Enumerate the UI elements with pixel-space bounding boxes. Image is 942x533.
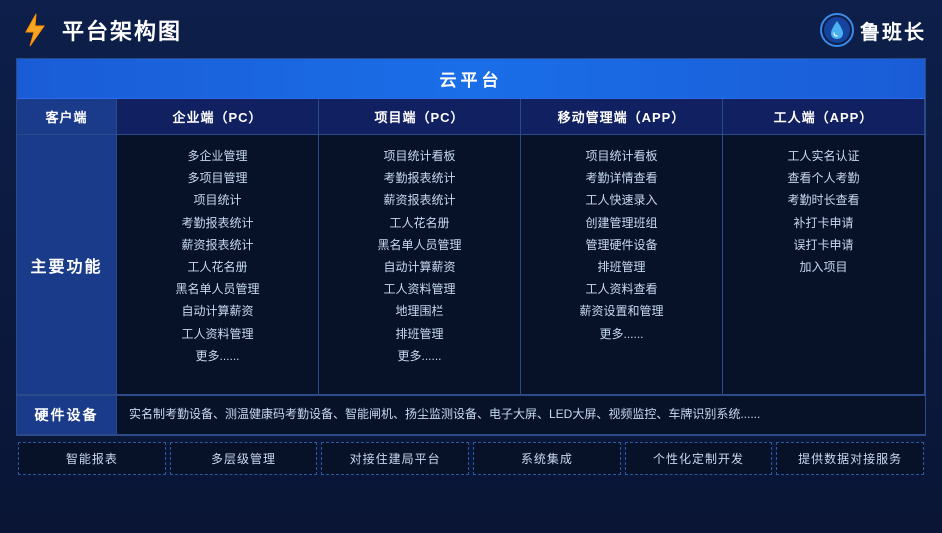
list-item: 薪资报表统计 <box>327 189 512 211</box>
col-header-enterprise: 企业端（PC） <box>117 99 319 135</box>
feature-item-5: 个性化定制开发 <box>625 442 773 475</box>
list-item: 工人花名册 <box>125 256 310 278</box>
content-row: 主要功能 多企业管理 多项目管理 项目统计 考勤报表统计 薪资报表统计 工人花名… <box>17 135 925 395</box>
list-item: 自动计算薪资 <box>125 300 310 322</box>
feature-item-6: 提供数据对接服务 <box>776 442 924 475</box>
list-item: 更多...... <box>125 345 310 367</box>
feature-item-1: 智能报表 <box>18 442 166 475</box>
list-item: 考勤时长查看 <box>731 189 916 211</box>
hardware-row: 硬件设备 实名制考勤设备、测温健康码考勤设备、智能闸机、扬尘监测设备、电子大屏、… <box>17 395 925 435</box>
list-item: 考勤报表统计 <box>125 212 310 234</box>
feature-item-2: 多层级管理 <box>170 442 318 475</box>
header: 平台架构图 鲁班长 <box>16 12 926 48</box>
mobile-features-list: 项目统计看板 考勤详情查看 工人快速录入 创建管理班组 管理硬件设备 排班管理 … <box>529 145 714 345</box>
col-header-project: 项目端（PC） <box>319 99 521 135</box>
list-item: 项目统计 <box>125 189 310 211</box>
worker-features-list: 工人实名认证 查看个人考勤 考勤时长查看 补打卡申请 误打卡申请 加入项目 <box>731 145 916 278</box>
worker-features-col: 工人实名认证 查看个人考勤 考勤时长查看 补打卡申请 误打卡申请 加入项目 <box>723 135 925 395</box>
list-item: 地理围栏 <box>327 300 512 322</box>
project-features-col: 项目统计看板 考勤报表统计 薪资报表统计 工人花名册 黑名单人员管理 自动计算薪… <box>319 135 521 395</box>
brand-name: 鲁班长 <box>860 16 926 45</box>
list-item: 考勤报表统计 <box>327 167 512 189</box>
list-item: 排班管理 <box>327 323 512 345</box>
enterprise-features-list: 多企业管理 多项目管理 项目统计 考勤报表统计 薪资报表统计 工人花名册 黑名单… <box>125 145 310 367</box>
col-header-worker: 工人端（APP） <box>723 99 925 135</box>
list-item: 排班管理 <box>529 256 714 278</box>
list-item: 更多...... <box>327 345 512 367</box>
list-item: 项目统计看板 <box>327 145 512 167</box>
feature-item-3: 对接住建局平台 <box>321 442 469 475</box>
list-item: 工人资料管理 <box>327 278 512 300</box>
page-wrapper: 平台架构图 鲁班长 云平台 客户端 企业端（PC） 项目端（PC） 移动管理端（… <box>0 0 942 533</box>
list-item: 自动计算薪资 <box>327 256 512 278</box>
brand-logo: 鲁班长 <box>820 13 926 47</box>
main-table-container: 云平台 客户端 企业端（PC） 项目端（PC） 移动管理端（APP） 工人端（A… <box>16 58 926 436</box>
list-item: 工人资料管理 <box>125 323 310 345</box>
main-function-label: 主要功能 <box>17 135 117 395</box>
bottom-features-row: 智能报表 多层级管理 对接住建局平台 系统集成 个性化定制开发 提供数据对接服务 <box>16 442 926 475</box>
list-item: 工人实名认证 <box>731 145 916 167</box>
list-item: 工人花名册 <box>327 212 512 234</box>
list-item: 黑名单人员管理 <box>327 234 512 256</box>
list-item: 工人资料查看 <box>529 278 714 300</box>
list-item: 多项目管理 <box>125 167 310 189</box>
mobile-features-col: 项目统计看板 考勤详情查看 工人快速录入 创建管理班组 管理硬件设备 排班管理 … <box>521 135 723 395</box>
list-item: 查看个人考勤 <box>731 167 916 189</box>
list-item: 加入项目 <box>731 256 916 278</box>
cloud-platform-banner: 云平台 <box>17 59 925 99</box>
col-header-mobile: 移动管理端（APP） <box>521 99 723 135</box>
list-item: 考勤详情查看 <box>529 167 714 189</box>
list-item: 创建管理班组 <box>529 212 714 234</box>
list-item: 薪资报表统计 <box>125 234 310 256</box>
list-item: 更多...... <box>529 323 714 345</box>
page-title: 平台架构图 <box>62 14 182 46</box>
hardware-content: 实名制考勤设备、测温健康码考勤设备、智能闸机、扬尘监测设备、电子大屏、LED大屏… <box>117 396 925 435</box>
feature-item-4: 系统集成 <box>473 442 621 475</box>
col-header-client: 客户端 <box>17 99 117 135</box>
hardware-label: 硬件设备 <box>17 396 117 435</box>
list-item: 黑名单人员管理 <box>125 278 310 300</box>
list-item: 多企业管理 <box>125 145 310 167</box>
logo-icon <box>16 12 52 48</box>
enterprise-features-col: 多企业管理 多项目管理 项目统计 考勤报表统计 薪资报表统计 工人花名册 黑名单… <box>117 135 319 395</box>
list-item: 误打卡申请 <box>731 234 916 256</box>
project-features-list: 项目统计看板 考勤报表统计 薪资报表统计 工人花名册 黑名单人员管理 自动计算薪… <box>327 145 512 367</box>
list-item: 管理硬件设备 <box>529 234 714 256</box>
list-item: 工人快速录入 <box>529 189 714 211</box>
header-left: 平台架构图 <box>16 12 182 48</box>
list-item: 补打卡申请 <box>731 212 916 234</box>
brand-icon <box>820 13 854 47</box>
column-headers: 客户端 企业端（PC） 项目端（PC） 移动管理端（APP） 工人端（APP） <box>17 99 925 135</box>
list-item: 薪资设置和管理 <box>529 300 714 322</box>
list-item: 项目统计看板 <box>529 145 714 167</box>
